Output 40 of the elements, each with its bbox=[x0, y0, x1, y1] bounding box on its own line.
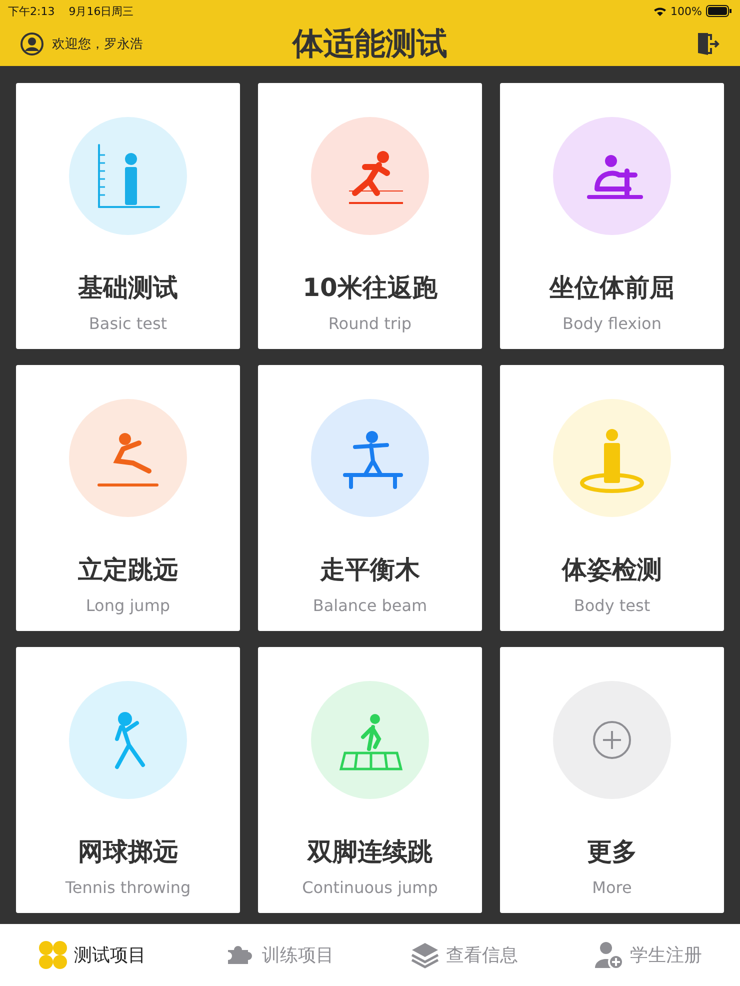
card-title: 双脚连续跳 bbox=[308, 836, 432, 868]
card-subtitle: Long jump bbox=[86, 596, 170, 615]
card-subtitle: Balance beam bbox=[312, 596, 428, 615]
user-avatar-icon[interactable] bbox=[20, 32, 44, 56]
battery-icon bbox=[706, 5, 732, 17]
card-subtitle: Tennis throwing bbox=[65, 878, 191, 897]
battery-percent: 100% bbox=[670, 4, 702, 18]
card-title: 基础测试 bbox=[78, 272, 178, 304]
test-card[interactable]: 体姿检测 Body test bbox=[500, 365, 724, 631]
card-title: 坐位体前屈 bbox=[550, 272, 674, 304]
card-subtitle: Body test bbox=[574, 596, 650, 615]
card-subtitle: Round trip bbox=[328, 314, 412, 333]
card-subtitle: Basic test bbox=[88, 314, 168, 333]
test-card[interactable]: 网球掷远 Tennis throwing bbox=[16, 647, 240, 913]
card-title: 走平衡木 bbox=[320, 554, 420, 586]
layers-icon bbox=[410, 940, 440, 970]
test-card[interactable]: 走平衡木 Balance beam bbox=[258, 365, 482, 631]
app-title: 体适能测试 bbox=[292, 25, 448, 64]
card-title: 更多 bbox=[587, 836, 637, 868]
add-user-icon bbox=[594, 940, 624, 970]
status-date: 9月16日周三 bbox=[68, 4, 134, 18]
test-card[interactable]: 10米往返跑 Round trip bbox=[258, 83, 482, 349]
test-card[interactable]: 更多 More bbox=[500, 647, 724, 913]
greeting-text: 欢迎您，罗永浩 bbox=[52, 36, 143, 53]
grid-icon bbox=[38, 940, 68, 970]
card-title: 体姿检测 bbox=[562, 554, 662, 586]
test-card[interactable]: 基础测试 Basic test bbox=[16, 83, 240, 349]
status-time: 下午2:13 bbox=[8, 4, 55, 18]
test-card[interactable]: 双脚连续跳 Continuous jump bbox=[258, 647, 482, 913]
test-card[interactable]: 坐位体前屈 Body flexion bbox=[500, 83, 724, 349]
card-subtitle: More bbox=[592, 878, 632, 897]
test-card[interactable]: 立定跳远 Long jump bbox=[16, 365, 240, 631]
logout-icon[interactable] bbox=[696, 31, 720, 57]
card-title: 立定跳远 bbox=[78, 554, 178, 586]
card-subtitle: Body flexion bbox=[562, 314, 662, 333]
card-title: 10米往返跑 bbox=[302, 272, 438, 304]
card-title: 网球掷远 bbox=[78, 836, 178, 868]
wifi-icon bbox=[652, 6, 667, 16]
card-subtitle: Continuous jump bbox=[302, 878, 438, 897]
tab-item[interactable]: 测试项目 bbox=[30, 936, 154, 974]
